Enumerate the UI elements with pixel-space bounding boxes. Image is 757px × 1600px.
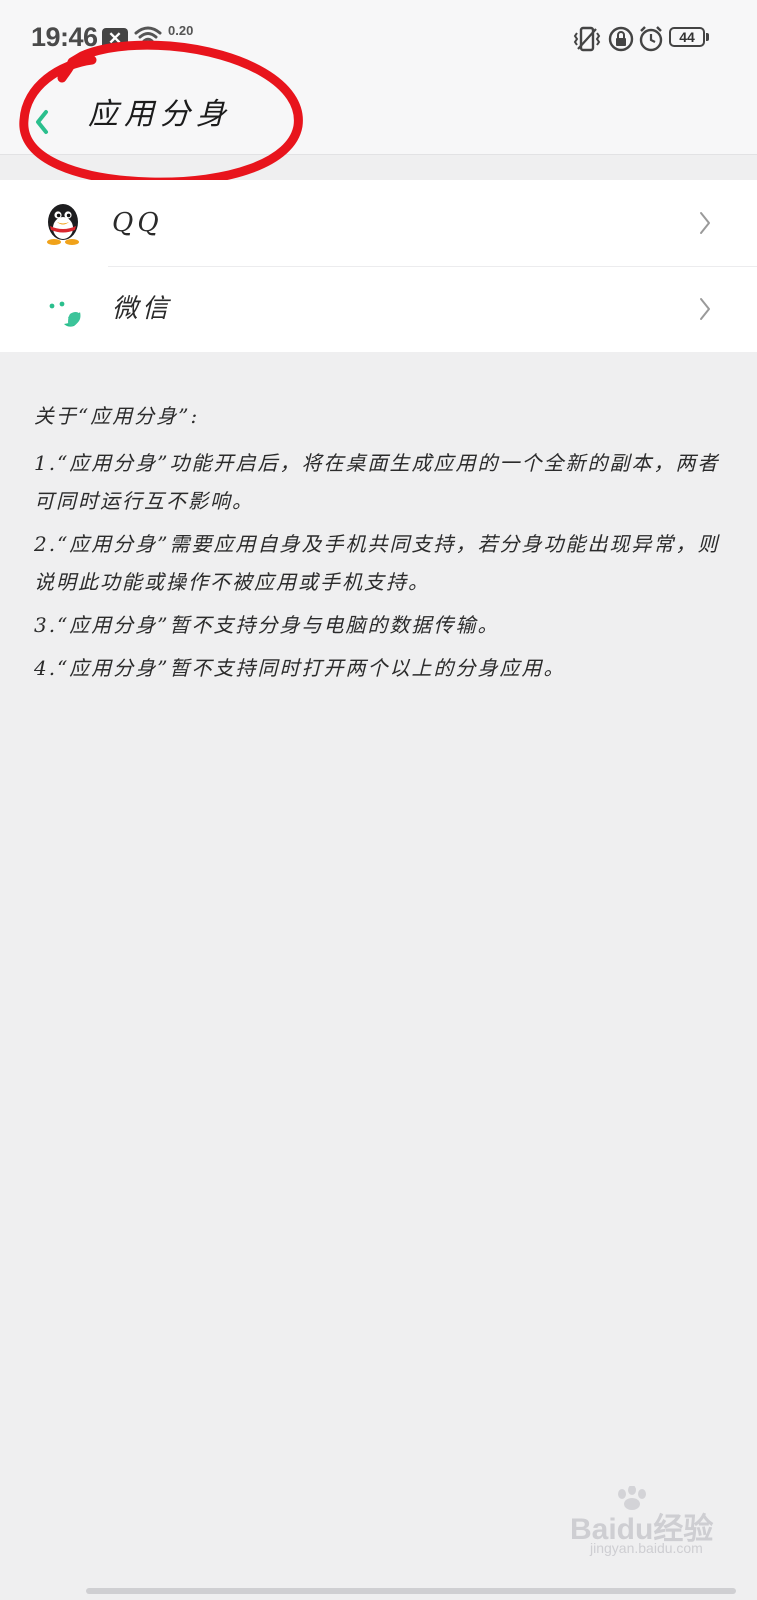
about-item: 2.“应用分身”需要应用自身及手机共同支持，若分身功能出现异常，则说明此功能或操… [34,532,720,594]
alarm-icon [639,26,663,52]
chevron-right-icon [700,212,710,234]
app-label-qq: QQ [112,208,163,238]
page-title: 应用分身 [88,97,232,132]
app-list: QQ 微信 [0,180,757,352]
rotation-lock-icon [608,26,634,52]
about-item: 1.“应用分身”功能开启后，将在桌面生成应用的一个全新的副本，两者可同时运行互不… [34,451,720,513]
app-label-wechat: 微信 [112,294,173,324]
x-notification-icon: ✕ [102,28,128,50]
watermark-url: jingyan.baidu.com [590,1540,703,1556]
about-item: 3.“应用分身”暂不支持分身与电脑的数据传输。 [34,613,500,637]
wifi-icon [134,26,162,47]
wechat-icon [49,301,81,327]
about-section: 关于“应用分身”: 1.“应用分身”功能开启后，将在桌面生成应用的一个全新的副本… [34,398,724,692]
battery-icon: 44 [669,27,705,47]
gesture-bar[interactable] [86,1588,736,1594]
chevron-right-icon [700,298,710,320]
status-bar: 19:46 ✕ 0.20 44 [0,0,757,80]
qq-penguin-icon [47,204,79,245]
chevron-left-icon [36,110,48,134]
network-speed: 0.20 [168,23,194,38]
header: 应用分身 [0,80,757,155]
back-button[interactable] [22,94,62,138]
about-item: 4.“应用分身”暂不支持同时打开两个以上的分身应用。 [34,656,566,680]
app-row-qq[interactable]: QQ [0,180,757,266]
battery-tip [706,33,709,41]
about-heading: 关于“应用分身”: [34,404,200,428]
vibrate-icon [573,26,601,52]
status-time: 19:46 [31,22,98,52]
app-row-wechat[interactable]: 微信 [0,266,757,352]
